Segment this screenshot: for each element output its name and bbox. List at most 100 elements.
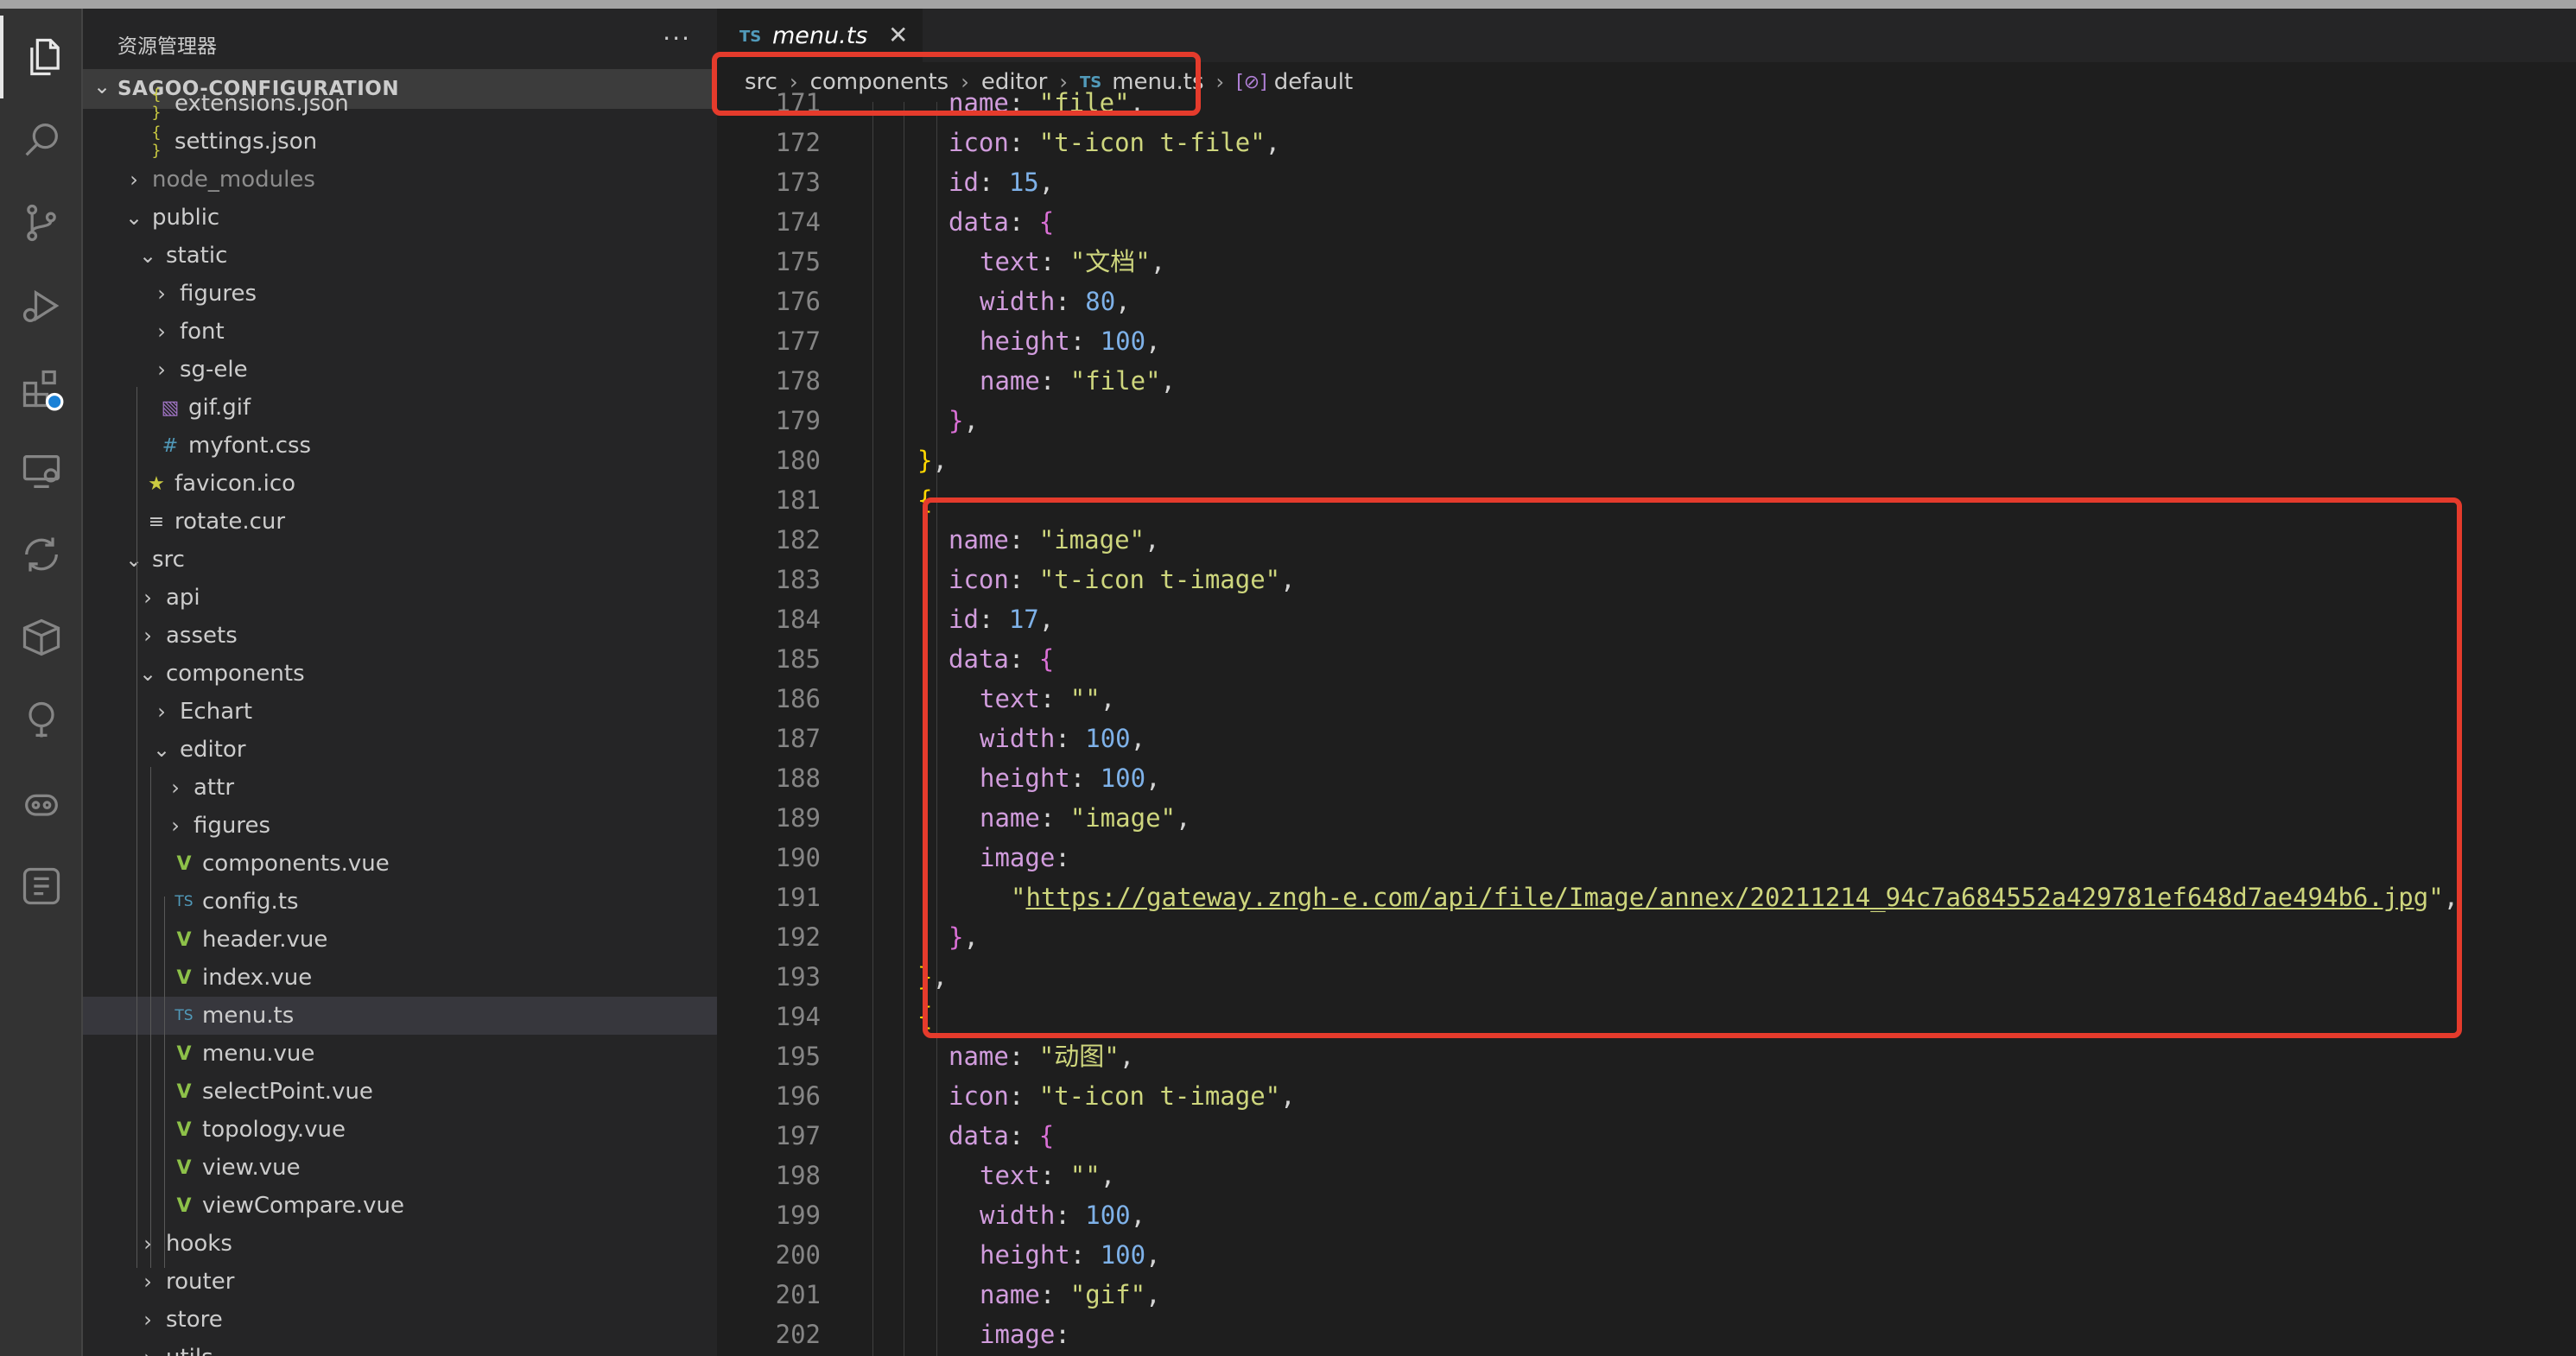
- code-token: :: [1008, 128, 1039, 157]
- tree-item[interactable]: Vcomponents.vue: [83, 845, 717, 883]
- vue-file-icon: V: [176, 1080, 192, 1103]
- tree-item[interactable]: Vtopology.vue: [83, 1111, 717, 1149]
- tree-item[interactable]: ⌄ components: [83, 655, 717, 693]
- code-token: :: [1069, 326, 1101, 356]
- tree-item-label: menu.ts: [202, 1003, 295, 1029]
- chevron-down-icon: ⌄: [138, 244, 157, 268]
- code-line: icon: "t-icon t-image",: [949, 1076, 1296, 1116]
- tree-item[interactable]: VselectPoint.vue: [83, 1073, 717, 1111]
- tree-item[interactable]: › figures: [83, 275, 717, 313]
- tree-item-label: utils: [166, 1345, 213, 1356]
- chevron-down-icon: ⌄: [152, 738, 171, 762]
- close-icon[interactable]: ✕: [888, 21, 908, 49]
- tree-item[interactable]: › store: [83, 1301, 717, 1339]
- more-actions-button[interactable]: ···: [663, 24, 691, 53]
- tree-item[interactable]: › assets: [83, 617, 717, 655]
- tree-item-label: index.vue: [202, 965, 313, 991]
- extensions-icon[interactable]: [0, 347, 83, 430]
- tree-item[interactable]: › font: [83, 313, 717, 351]
- code-token: :: [1055, 1320, 1070, 1349]
- copilot-icon[interactable]: [0, 762, 83, 845]
- tree-item[interactable]: TS config.ts: [83, 883, 717, 921]
- line-number: 177: [775, 326, 821, 356]
- favicon-star-icon: ★: [148, 472, 165, 495]
- tree-item[interactable]: ⌄ editor: [83, 731, 717, 769]
- tree-item[interactable]: › utils: [83, 1339, 717, 1356]
- code-line: name: "gif",: [980, 1275, 1161, 1315]
- tree-item[interactable]: › figures: [83, 807, 717, 845]
- run-debug-icon[interactable]: [0, 264, 83, 347]
- typescript-icon: TS: [174, 893, 194, 910]
- vue-file-icon: V: [176, 1118, 192, 1141]
- package-icon[interactable]: [0, 596, 83, 679]
- code-token: name: [949, 1042, 1009, 1071]
- line-number: 179: [775, 406, 821, 435]
- line-number: 200: [775, 1240, 821, 1270]
- explorer-icon[interactable]: [0, 16, 86, 98]
- tree-item[interactable]: ⌄ src: [83, 541, 717, 579]
- tree-item[interactable]: VviewCompare.vue: [83, 1187, 717, 1225]
- tree-item[interactable]: ★ favicon.ico: [83, 465, 717, 503]
- tree-item[interactable]: › sg-ele: [83, 351, 717, 389]
- vue-file-icon: V: [176, 852, 192, 875]
- tree-item[interactable]: › attr: [83, 769, 717, 807]
- tree-item[interactable]: Vheader.vue: [83, 921, 717, 959]
- tree-item[interactable]: ⌄ static: [83, 237, 717, 275]
- symbol-variable-icon: [⊘]: [1236, 71, 1267, 93]
- code-line: image:: [980, 1315, 1070, 1354]
- code-token: :: [1008, 1081, 1039, 1111]
- chevron-right-icon: ›: [143, 1232, 152, 1256]
- line-number: 183: [775, 565, 821, 594]
- code-token: :: [978, 168, 1009, 197]
- code-token: ,: [1150, 247, 1166, 276]
- json-file-icon: { }: [151, 124, 162, 160]
- tree-item[interactable]: › node_modules: [83, 161, 717, 199]
- code-token: ,: [1115, 287, 1131, 316]
- code-token: id: [949, 168, 979, 197]
- tree-icon[interactable]: [0, 679, 83, 762]
- tree-item-label: hooks: [166, 1231, 232, 1257]
- tree-item[interactable]: ▧ gif.gif: [83, 389, 717, 427]
- code-line: name: "file",: [980, 361, 1176, 401]
- breadcrumb-symbol[interactable]: default: [1274, 69, 1353, 95]
- line-number: 192: [775, 922, 821, 952]
- search-icon[interactable]: [0, 98, 83, 181]
- title-bar: [0, 0, 2576, 9]
- line-number: 184: [775, 605, 821, 634]
- tree-item[interactable]: › router: [83, 1263, 717, 1301]
- frame-icon[interactable]: [0, 845, 83, 928]
- line-number: 197: [775, 1121, 821, 1150]
- tree-item-label: Echart: [180, 699, 253, 725]
- chevron-right-icon: ›: [130, 168, 138, 192]
- tree-item[interactable]: › Echart: [83, 693, 717, 731]
- tree-item[interactable]: › api: [83, 579, 717, 617]
- tree-item[interactable]: › hooks: [83, 1225, 717, 1263]
- line-number: 191: [775, 883, 821, 912]
- typescript-icon: TS: [174, 1007, 194, 1024]
- tree-item-label: components: [166, 661, 305, 687]
- tree-item[interactable]: # myfont.css: [83, 427, 717, 465]
- tree-item[interactable]: ⌄ public: [83, 199, 717, 237]
- line-number: 180: [775, 446, 821, 475]
- tree-item-label: favicon.ico: [174, 471, 296, 497]
- chevron-right-icon: ›: [171, 776, 180, 800]
- chevron-right-icon: ›: [143, 1308, 152, 1332]
- sync-icon[interactable]: [0, 513, 83, 596]
- tree-item[interactable]: { } settings.json: [83, 123, 717, 161]
- vue-file-icon: V: [176, 966, 192, 989]
- indent-guide: [164, 897, 165, 1268]
- tree-item-label: extensions.json: [174, 91, 349, 117]
- code-line: },: [917, 440, 948, 480]
- tree-item[interactable]: Vview.vue: [83, 1149, 717, 1187]
- tree-item-label: view.vue: [202, 1155, 301, 1181]
- tree-item[interactable]: ≡ rotate.cur: [83, 503, 717, 541]
- code-token: height: [980, 1240, 1070, 1270]
- source-control-icon[interactable]: [0, 181, 83, 264]
- remote-explorer-icon[interactable]: [0, 430, 83, 513]
- tree-item[interactable]: Vmenu.vue: [83, 1035, 717, 1073]
- tree-item[interactable]: Vindex.vue: [83, 959, 717, 997]
- tree-item[interactable]: TS menu.ts: [83, 997, 717, 1035]
- code-token: "": [1069, 1161, 1101, 1190]
- code-line: height: 100,: [980, 321, 1161, 361]
- tree-item[interactable]: { } extensions.json: [83, 85, 717, 123]
